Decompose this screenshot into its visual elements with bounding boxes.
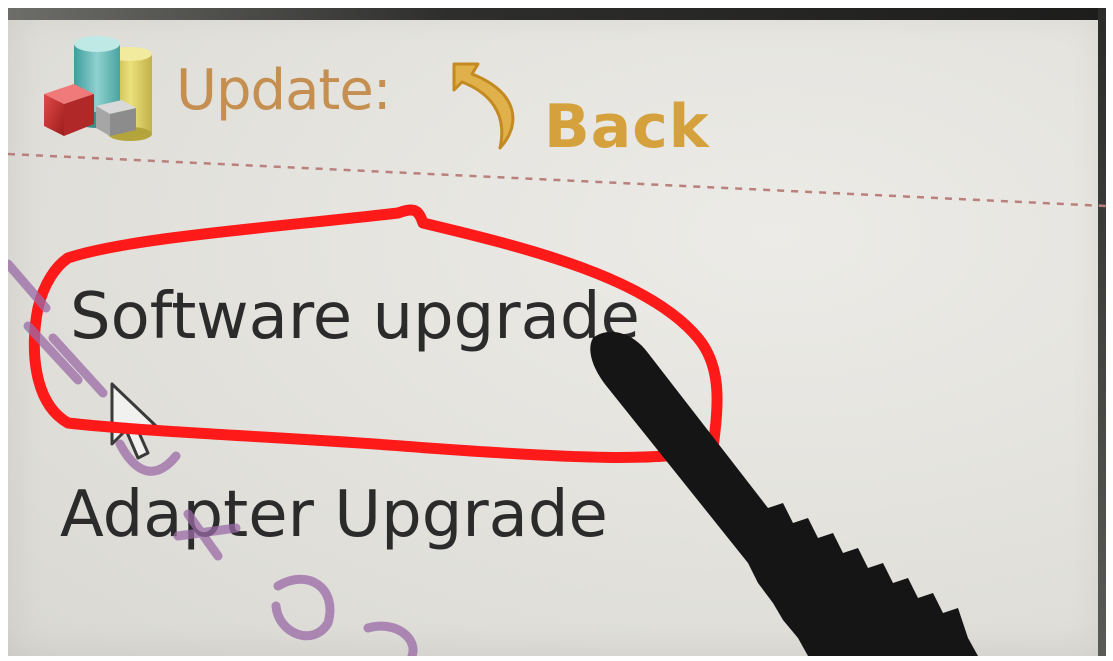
database-update-icon (44, 36, 152, 141)
photo-frame: Update: Back Software upgrade Adapter Up… (0, 0, 1113, 661)
back-button[interactable]: Back (448, 50, 718, 162)
header-divider (8, 152, 1106, 208)
device-screen: Update: Back Software upgrade Adapter Up… (8, 8, 1106, 656)
header-bar: Update: Back (8, 20, 1098, 162)
page-title: Update: (176, 58, 392, 123)
back-arrow-icon (452, 62, 515, 150)
menu-item-adapter-upgrade[interactable]: Adapter Upgrade (60, 478, 608, 552)
top-bezel (8, 8, 1106, 20)
right-bezel (1098, 8, 1106, 656)
mouse-pointer-icon (110, 382, 158, 460)
menu-item-software-upgrade[interactable]: Software upgrade (70, 280, 640, 354)
menu-item-label: Software upgrade (70, 280, 640, 354)
menu-item-label: Adapter Upgrade (60, 478, 608, 552)
